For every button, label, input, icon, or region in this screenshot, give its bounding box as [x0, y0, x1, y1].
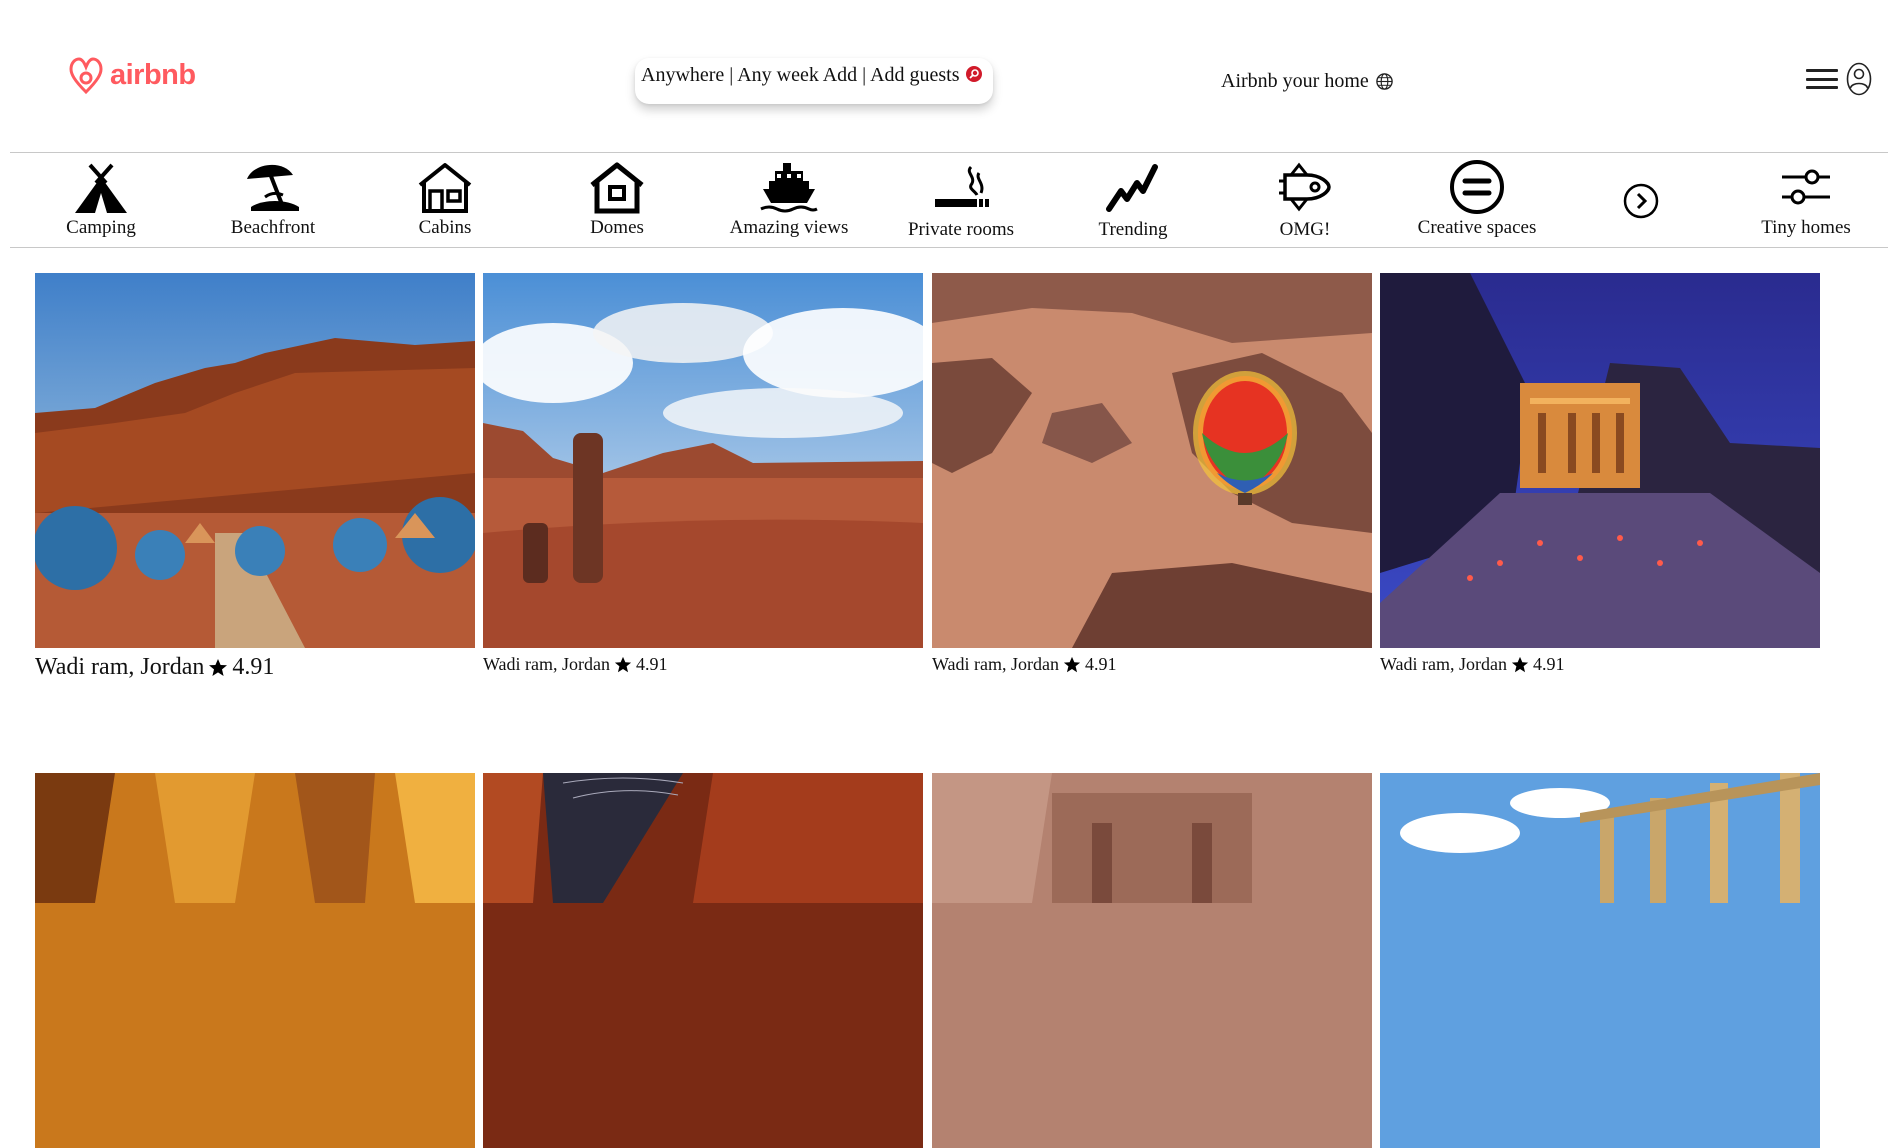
listing-caption: Wadi ram, Jordan 4.91 [932, 654, 1372, 675]
tent-icon [75, 163, 127, 213]
listing-card[interactable]: Wadi ram, Jordan 4.91 [35, 273, 475, 681]
listing-location: Wadi ram, Jordan [932, 654, 1060, 674]
category-label: Cabins [418, 217, 472, 238]
star-icon [614, 656, 632, 672]
airbnb-your-home-link[interactable]: Airbnb your home [1221, 70, 1394, 93]
listing-photo[interactable] [35, 273, 475, 648]
category-label: Beachfront [230, 217, 316, 238]
listing-card[interactable] [1380, 773, 1820, 1148]
listing-card[interactable]: Wadi ram, Jordan 4.91 [483, 273, 923, 675]
category-tiny-homes[interactable]: Tiny homes [1720, 153, 1892, 247]
category-private-rooms[interactable]: Private rooms [875, 153, 1047, 247]
listing-card[interactable] [35, 773, 475, 1148]
listing-caption: Wadi ram, Jordan 4.91 [1380, 654, 1820, 675]
listing-card[interactable]: Wadi ram, Jordan 4.91 [932, 273, 1372, 675]
listing-photo[interactable] [483, 773, 923, 1148]
listing-rating: 4.91 [1085, 654, 1117, 674]
ship-icon [760, 163, 818, 213]
search-icon [968, 69, 979, 79]
host-label: Airbnb your home [1221, 70, 1369, 92]
beach-umbrella-icon [247, 164, 299, 211]
search-bar[interactable]: Anywhere | Any week Add | Add guests [635, 58, 993, 104]
listing-location: Wadi ram, Jordan [1380, 654, 1508, 674]
listing-location: Wadi ram, Jordan [483, 654, 611, 674]
listing-caption: Wadi ram, Jordan 4.91 [35, 654, 475, 681]
listing-card[interactable] [483, 773, 923, 1148]
airbnb-logo-icon [69, 57, 103, 95]
search-summary: Anywhere | Any week Add | Add guests [641, 64, 960, 86]
trending-icon [1106, 164, 1158, 212]
category-label: Tiny homes [1761, 217, 1851, 238]
user-menu[interactable] [1806, 62, 1872, 96]
category-label: Camping [66, 217, 136, 238]
listing-caption: Wadi ram, Jordan 4.91 [483, 654, 923, 675]
category-label: Domes [590, 217, 644, 238]
listing-rating: 4.91 [1533, 654, 1565, 674]
listing-photo[interactable] [1380, 773, 1820, 1148]
globe-icon [1376, 73, 1393, 90]
user-avatar-icon[interactable] [1846, 62, 1872, 96]
smoking-room-icon [935, 165, 989, 207]
category-label: OMG! [1279, 219, 1331, 240]
equals-circle-icon [1450, 160, 1504, 214]
category-amazing-views[interactable]: Amazing views [703, 153, 875, 247]
category-label: Creative spaces [1417, 217, 1537, 238]
spaceship-icon [1279, 162, 1331, 212]
category-camping[interactable]: Camping [15, 153, 187, 247]
category-cabins[interactable]: Cabins [359, 153, 531, 247]
listing-photo[interactable] [483, 273, 923, 648]
category-trending[interactable]: Trending [1047, 153, 1219, 247]
listing-location: Wadi ram, Jordan [35, 654, 205, 680]
airbnb-logo[interactable]: airbnb [68, 54, 196, 96]
listing-rating: 4.91 [636, 654, 668, 674]
listing-card[interactable]: Wadi ram, Jordan 4.91 [1380, 273, 1820, 675]
listing-photo[interactable] [1380, 273, 1820, 648]
star-icon [1063, 656, 1081, 672]
category-label: Trending [1098, 219, 1168, 240]
listing-photo[interactable] [932, 273, 1372, 648]
listing-photo[interactable] [932, 773, 1372, 1148]
star-icon [1511, 656, 1529, 672]
category-label: Amazing views [729, 217, 849, 238]
category-domes[interactable]: Domes [531, 153, 703, 247]
category-bar: Camping Beachfront Cabins Domes Amazing … [10, 152, 1888, 248]
category-omg[interactable]: OMG! [1219, 153, 1391, 247]
category-creative-spaces[interactable]: Creative spaces [1391, 153, 1563, 247]
brand-name: airbnb [110, 58, 196, 91]
search-button[interactable] [965, 66, 982, 82]
cabin-icon [418, 163, 472, 213]
listing-rating: 4.91 [232, 654, 275, 680]
sliders-icon [1782, 169, 1830, 205]
listing-photo[interactable] [35, 773, 475, 1148]
star-icon [209, 658, 228, 676]
category-beachfront[interactable]: Beachfront [187, 153, 359, 247]
chevron-right-circle-icon[interactable] [1623, 183, 1659, 219]
listing-card[interactable] [932, 773, 1372, 1148]
category-label: Private rooms [907, 219, 1015, 240]
dome-house-icon [590, 162, 644, 214]
hamburger-menu-icon[interactable] [1806, 69, 1838, 89]
